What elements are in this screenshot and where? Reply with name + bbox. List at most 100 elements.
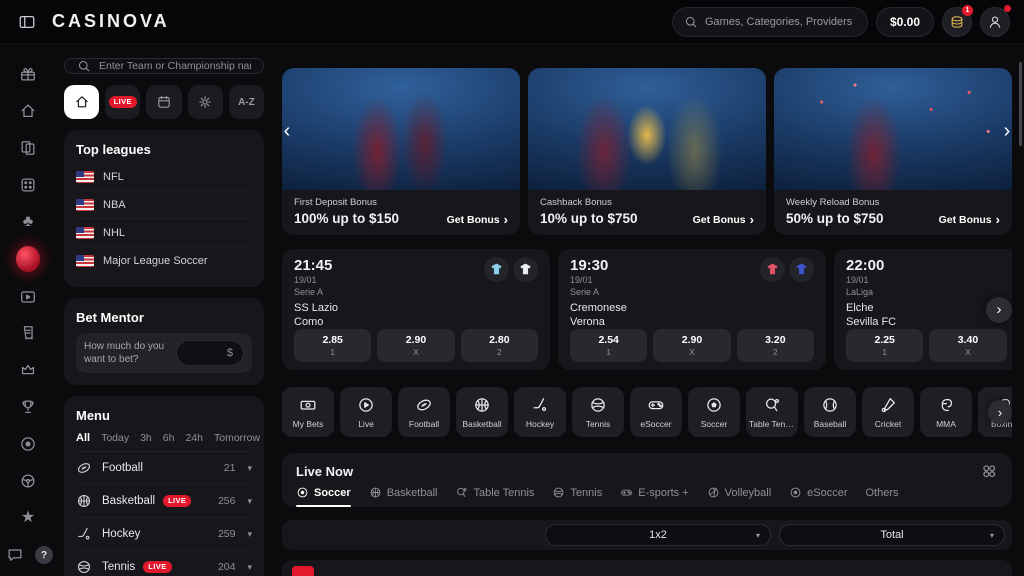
- menu-sport-tennis[interactable]: Tennis LIVE 204 ▾: [76, 551, 252, 576]
- bet-amount-input[interactable]: $: [176, 340, 244, 366]
- chips-next-icon[interactable]: ›: [988, 400, 1012, 424]
- chip-my-bets[interactable]: My Bets: [282, 387, 334, 437]
- chip-basketball[interactable]: Basketball: [456, 387, 508, 437]
- market-select-1x2[interactable]: 1x2 ▾: [545, 524, 771, 546]
- slots-icon[interactable]: [16, 138, 40, 159]
- banner-image: [282, 68, 520, 190]
- filter-today[interactable]: Today: [101, 432, 129, 444]
- tab-settings[interactable]: [188, 85, 223, 119]
- help-icon[interactable]: ?: [35, 546, 53, 564]
- wallet-notification-badge: 1: [962, 5, 973, 16]
- sports-icon[interactable]: [16, 433, 40, 454]
- market-select-total[interactable]: Total ▾: [779, 524, 1005, 546]
- tab-esoccer[interactable]: eSoccer: [789, 486, 847, 507]
- carousel-next-icon[interactable]: ›: [996, 118, 1018, 144]
- get-bonus-button[interactable]: Get Bonus›: [447, 213, 508, 226]
- tab-tennis[interactable]: Tennis: [552, 486, 602, 507]
- wallet-button[interactable]: 1: [942, 7, 972, 37]
- currency-symbol: $: [227, 347, 233, 359]
- top-leagues-card: Top leagues NFL NBA NHL: [64, 130, 264, 287]
- odd-button-1[interactable]: 2.54 1: [570, 329, 647, 362]
- table-games-icon[interactable]: ♣: [16, 211, 40, 232]
- tab-table-tennis[interactable]: Table Tennis: [455, 486, 534, 507]
- chip-esoccer[interactable]: eSoccer: [630, 387, 682, 437]
- sidebar-tabs: LIVE A-Z: [64, 85, 264, 119]
- odd-button-x[interactable]: 2.90 X: [653, 329, 730, 362]
- football-icon: [415, 396, 433, 414]
- filter-24h[interactable]: 24h: [185, 432, 203, 444]
- scrollbar-thumb[interactable]: [1019, 62, 1022, 146]
- odd-button-2[interactable]: 3.20 2: [737, 329, 814, 362]
- filter-all[interactable]: All: [76, 432, 90, 444]
- tab-az[interactable]: A-Z: [229, 85, 264, 119]
- team-search[interactable]: [64, 58, 264, 74]
- tab-volleyball[interactable]: Volleyball: [707, 486, 771, 507]
- racing-icon[interactable]: [16, 470, 40, 491]
- live-games-icon[interactable]: [16, 286, 40, 307]
- tournaments-icon[interactable]: [16, 397, 40, 418]
- featured-matches: 21:45 19/01 Serie A SS Lazio Como: [282, 249, 1012, 370]
- league-row-nba[interactable]: NBA: [76, 191, 252, 219]
- league-row-nfl[interactable]: NFL: [76, 163, 252, 191]
- matches-next-icon[interactable]: ›: [986, 297, 1012, 323]
- calendar-icon: [156, 94, 172, 110]
- live-casino-icon[interactable]: [16, 248, 40, 270]
- tab-esports[interactable]: E-sports +: [620, 486, 688, 507]
- games-icon[interactable]: [16, 174, 40, 195]
- live-now-panel: Live Now Soccer Basketball Table Tennis: [282, 453, 1012, 507]
- us-flag-icon: [76, 171, 94, 183]
- get-bonus-button[interactable]: Get Bonus›: [939, 213, 1000, 226]
- tab-schedule[interactable]: [146, 85, 181, 119]
- betslip-icon[interactable]: [16, 323, 40, 344]
- soccer-ball-icon: [789, 486, 802, 499]
- global-search-input[interactable]: [705, 16, 856, 28]
- filter-3h[interactable]: 3h: [140, 432, 152, 444]
- chip-soccer[interactable]: Soccer: [688, 387, 740, 437]
- tab-soccer[interactable]: Soccer: [296, 486, 351, 507]
- odd-button-1[interactable]: 2.25 1: [846, 329, 923, 362]
- odd-button-x[interactable]: 3.40 X: [929, 329, 1006, 362]
- tab-home[interactable]: [64, 85, 99, 119]
- menu-title: Menu: [76, 408, 252, 423]
- us-flag-icon: [76, 199, 94, 211]
- live-now-title: Live Now: [296, 464, 353, 479]
- odd-button-1[interactable]: 2.85 1: [294, 329, 371, 362]
- filter-6h[interactable]: 6h: [163, 432, 175, 444]
- chat-icon[interactable]: [3, 544, 27, 566]
- promotions-icon[interactable]: [16, 64, 40, 85]
- chip-baseball[interactable]: Baseball: [804, 387, 856, 437]
- rewards-icon[interactable]: [16, 360, 40, 381]
- account-button[interactable]: [980, 7, 1010, 37]
- basketball-icon: [473, 396, 491, 414]
- global-search[interactable]: [672, 7, 868, 37]
- league-row-mls[interactable]: Major League Soccer: [76, 247, 252, 275]
- chip-live[interactable]: Live: [340, 387, 392, 437]
- chip-football[interactable]: Football: [398, 387, 450, 437]
- tab-basketball[interactable]: Basketball: [369, 486, 438, 507]
- get-bonus-button[interactable]: Get Bonus›: [693, 213, 754, 226]
- all-sports-grid-icon[interactable]: [980, 462, 998, 480]
- chip-tennis[interactable]: Tennis: [572, 387, 624, 437]
- tab-others[interactable]: Others: [866, 486, 899, 507]
- carousel-prev-icon[interactable]: ‹: [276, 118, 298, 144]
- promo-banner[interactable]: Cashback Bonus 10% up to $750 Get Bonus›: [528, 68, 766, 235]
- promo-banner[interactable]: First Deposit Bonus 100% up to $150 Get …: [282, 68, 520, 235]
- hockey-icon: [76, 526, 94, 542]
- chip-mma[interactable]: MMA: [920, 387, 972, 437]
- promo-banner[interactable]: Weekly Reload Bonus 50% up to $750 Get B…: [774, 68, 1012, 235]
- menu-sport-basketball[interactable]: Basketball LIVE 256 ▾: [76, 485, 252, 518]
- menu-sport-hockey[interactable]: Hockey 259 ▾: [76, 518, 252, 551]
- lobby-icon[interactable]: [16, 101, 40, 122]
- chip-cricket[interactable]: Cricket: [862, 387, 914, 437]
- vip-icon[interactable]: ★: [16, 507, 40, 528]
- tab-live[interactable]: LIVE: [105, 85, 140, 119]
- odd-button-2[interactable]: 2.80 2: [461, 329, 538, 362]
- filter-tomorrow[interactable]: Tomorrow: [214, 432, 260, 444]
- menu-sport-football[interactable]: Football 21 ▾: [76, 452, 252, 485]
- chip-hockey[interactable]: Hockey: [514, 387, 566, 437]
- odd-button-x[interactable]: 2.90 X: [377, 329, 454, 362]
- league-row-nhl[interactable]: NHL: [76, 219, 252, 247]
- team-search-input[interactable]: [99, 60, 251, 72]
- chip-table-tennis[interactable]: Table Tennis: [746, 387, 798, 437]
- sidebar-collapse-button[interactable]: [14, 9, 40, 35]
